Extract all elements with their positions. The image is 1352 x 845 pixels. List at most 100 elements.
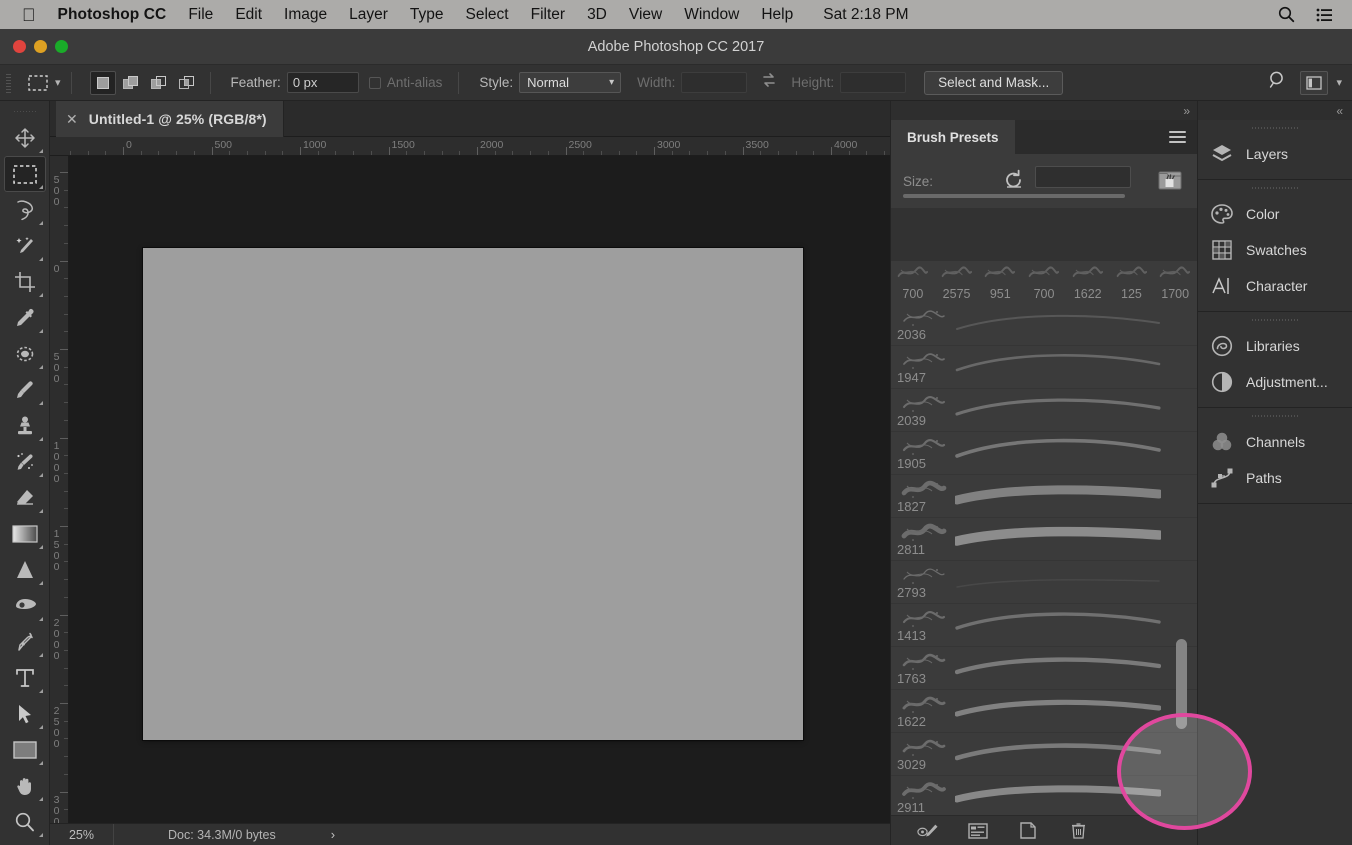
- search-icon[interactable]: [1268, 70, 1288, 95]
- dock-group-grip[interactable]: [1252, 315, 1298, 326]
- delete-brush-icon[interactable]: [1067, 821, 1089, 841]
- tools-panel-grip[interactable]: [13, 107, 36, 117]
- brush-preset-thumb[interactable]: 700: [1022, 261, 1066, 303]
- menu-view[interactable]: View: [629, 6, 662, 24]
- gradient-tool[interactable]: [4, 516, 46, 552]
- canvas-area[interactable]: [69, 156, 890, 823]
- dodge-tool[interactable]: [4, 588, 46, 624]
- dock-group-grip[interactable]: [1252, 123, 1298, 134]
- brush-preset-row[interactable]: 2036: [891, 303, 1197, 346]
- menu-help[interactable]: Help: [761, 6, 793, 24]
- menu-app-name[interactable]: Photoshop CC: [58, 6, 167, 24]
- zoom-window-button[interactable]: [55, 40, 68, 53]
- brush-preset-row[interactable]: 2911: [891, 776, 1197, 815]
- menu-window[interactable]: Window: [684, 6, 739, 24]
- brush-preset-row[interactable]: 1905: [891, 432, 1197, 475]
- brush-size-input[interactable]: [1035, 166, 1131, 188]
- brush-tool[interactable]: [4, 372, 46, 408]
- brush-preset-row[interactable]: 1622: [891, 690, 1197, 733]
- eraser-tool[interactable]: [4, 480, 46, 516]
- menu-select[interactable]: Select: [466, 6, 509, 24]
- toggle-live-tip-icon[interactable]: [917, 821, 939, 841]
- menu-bar-clock[interactable]: Sat 2:18 PM: [823, 6, 908, 24]
- brush-preset-row[interactable]: 2793: [891, 561, 1197, 604]
- blur-tool[interactable]: [4, 552, 46, 588]
- lasso-tool[interactable]: [4, 192, 46, 228]
- new-selection-button[interactable]: [89, 70, 116, 95]
- brush-preset-thumb[interactable]: 700: [891, 261, 935, 303]
- brush-preset-row[interactable]: 1763: [891, 647, 1197, 690]
- artboard[interactable]: [143, 248, 803, 740]
- close-icon[interactable]: ✕: [66, 112, 78, 126]
- brush-preset-row[interactable]: 2811: [891, 518, 1197, 561]
- control-center-icon[interactable]: [1314, 5, 1334, 25]
- brush-preset-row[interactable]: 1947: [891, 346, 1197, 389]
- new-brush-icon[interactable]: [1017, 821, 1039, 841]
- pen-tool[interactable]: [4, 624, 46, 660]
- hand-tool[interactable]: [4, 768, 46, 804]
- clone-stamp-tool[interactable]: [4, 408, 46, 444]
- apple-logo-icon[interactable]: : [22, 6, 36, 24]
- height-input[interactable]: [840, 72, 907, 93]
- dock-item-channels[interactable]: Channels: [1198, 424, 1352, 460]
- dock-item-color[interactable]: Color: [1198, 196, 1352, 232]
- dock-item-character[interactable]: Character: [1198, 268, 1352, 304]
- menu-layer[interactable]: Layer: [349, 6, 388, 24]
- reset-arrow-icon[interactable]: [1003, 168, 1025, 195]
- document-tab[interactable]: ✕ Untitled-1 @ 25% (RGB/8*): [56, 101, 284, 137]
- menu-type[interactable]: Type: [410, 6, 444, 24]
- spot-healing-brush-tool[interactable]: [4, 336, 46, 372]
- quick-selection-tool[interactable]: [4, 228, 46, 264]
- rectangle-tool[interactable]: [4, 732, 46, 768]
- chevron-down-icon[interactable]: ▾: [1336, 76, 1342, 89]
- dock-item-libraries[interactable]: Libraries: [1198, 328, 1352, 364]
- zoom-tool[interactable]: [4, 804, 46, 840]
- dock-item-paths[interactable]: Paths: [1198, 460, 1352, 496]
- double-chevron-right-icon[interactable]: »: [1183, 104, 1190, 118]
- feather-input[interactable]: 0 px: [286, 72, 359, 93]
- dock-group-grip[interactable]: [1252, 183, 1298, 194]
- swap-arrows-icon[interactable]: [761, 72, 777, 93]
- chevron-down-icon[interactable]: ▾: [55, 76, 61, 89]
- scrollbar-thumb[interactable]: [1176, 639, 1187, 729]
- menu-filter[interactable]: Filter: [531, 6, 565, 24]
- intersect-selection-button[interactable]: [174, 71, 200, 95]
- close-window-button[interactable]: [13, 40, 26, 53]
- brush-size-slider[interactable]: [903, 194, 1125, 198]
- brush-preset-row[interactable]: 1413: [891, 604, 1197, 647]
- crop-tool[interactable]: [4, 264, 46, 300]
- brush-folder-icon[interactable]: [1155, 166, 1185, 194]
- brush-preset-thumb[interactable]: 2575: [935, 261, 979, 303]
- horizontal-ruler[interactable]: 0 500 1000 1500 2000 2500 3000 3500 4000: [50, 137, 890, 156]
- eyedropper-tool[interactable]: [4, 300, 46, 336]
- dock-item-adjustment[interactable]: Adjustment...: [1198, 364, 1352, 400]
- minimize-window-button[interactable]: [34, 40, 47, 53]
- type-tool[interactable]: [4, 660, 46, 696]
- brush-preset-thumb[interactable]: 1622: [1066, 261, 1110, 303]
- hamburger-menu-icon[interactable]: [1169, 131, 1186, 143]
- dock-item-layers[interactable]: Layers: [1198, 136, 1352, 172]
- subtract-from-selection-button[interactable]: [146, 71, 172, 95]
- zoom-level-field[interactable]: 25%: [50, 824, 114, 845]
- dock-group-grip[interactable]: [1252, 411, 1298, 422]
- move-tool[interactable]: [4, 120, 46, 156]
- double-chevron-left-icon[interactable]: «: [1336, 104, 1343, 118]
- brush-preset-row[interactable]: 3029: [891, 733, 1197, 776]
- history-brush-tool[interactable]: [4, 444, 46, 480]
- brush-preset-thumb[interactable]: 125: [1110, 261, 1154, 303]
- anti-alias-checkbox[interactable]: [368, 76, 381, 89]
- path-selection-tool[interactable]: [4, 696, 46, 732]
- add-to-selection-button[interactable]: [118, 71, 144, 95]
- rectangular-marquee-tool[interactable]: [3, 156, 46, 192]
- menu-edit[interactable]: Edit: [235, 6, 262, 24]
- brush-preset-row[interactable]: 1827: [891, 475, 1197, 518]
- menu-file[interactable]: File: [188, 6, 213, 24]
- brush-preset-thumb[interactable]: 951: [978, 261, 1022, 303]
- width-input[interactable]: [681, 72, 748, 93]
- brush-presets-list[interactable]: 700 2575 951 700 1622 125 1700 2036 1947 2039 190…: [891, 261, 1197, 815]
- options-bar-grip[interactable]: [4, 71, 13, 94]
- menu-image[interactable]: Image: [284, 6, 327, 24]
- rectangular-marquee-icon[interactable]: [25, 72, 51, 94]
- brush-preset-row[interactable]: 2039: [891, 389, 1197, 432]
- workspace-switcher-icon[interactable]: [1300, 70, 1329, 95]
